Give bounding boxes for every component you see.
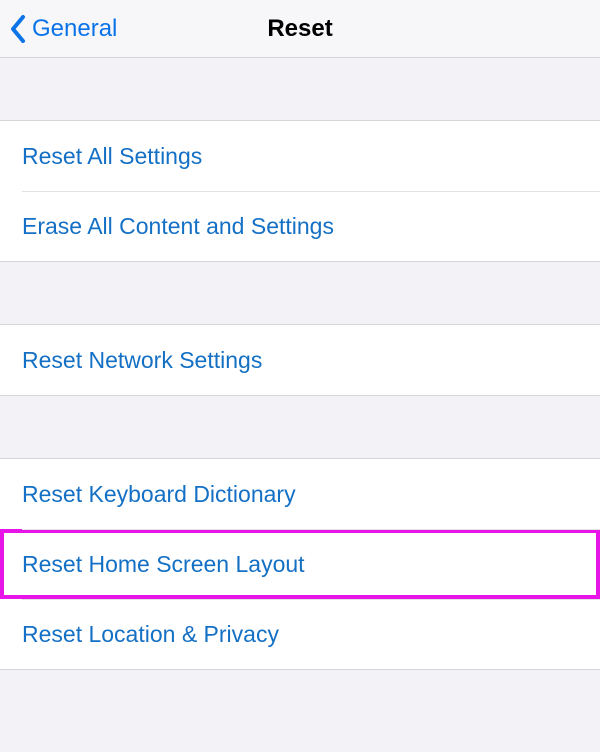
settings-group-3: Reset Keyboard Dictionary Reset Home Scr… xyxy=(0,458,600,670)
settings-group-1: Reset All Settings Erase All Content and… xyxy=(0,120,600,262)
reset-home-screen-layout-cell[interactable]: Reset Home Screen Layout xyxy=(0,529,600,599)
back-button[interactable]: General xyxy=(0,15,117,43)
cell-label: Erase All Content and Settings xyxy=(22,213,334,240)
page-title: Reset xyxy=(267,15,332,43)
cell-label: Reset Location & Privacy xyxy=(22,621,279,648)
chevron-left-icon xyxy=(10,15,26,43)
section-spacer xyxy=(0,58,600,120)
reset-all-settings-cell[interactable]: Reset All Settings xyxy=(0,121,600,191)
back-label: General xyxy=(32,15,117,43)
section-spacer xyxy=(0,396,600,458)
erase-all-content-cell[interactable]: Erase All Content and Settings xyxy=(0,191,600,261)
cell-label: Reset Home Screen Layout xyxy=(22,551,305,578)
reset-network-settings-cell[interactable]: Reset Network Settings xyxy=(0,325,600,395)
cell-label: Reset All Settings xyxy=(22,143,202,170)
navigation-bar: General Reset xyxy=(0,0,600,58)
bottom-spacer xyxy=(0,670,600,752)
cell-label: Reset Keyboard Dictionary xyxy=(22,481,296,508)
cell-label: Reset Network Settings xyxy=(22,347,262,374)
reset-keyboard-dictionary-cell[interactable]: Reset Keyboard Dictionary xyxy=(0,459,600,529)
settings-group-2: Reset Network Settings xyxy=(0,324,600,396)
section-spacer xyxy=(0,262,600,324)
reset-location-privacy-cell[interactable]: Reset Location & Privacy xyxy=(0,599,600,669)
